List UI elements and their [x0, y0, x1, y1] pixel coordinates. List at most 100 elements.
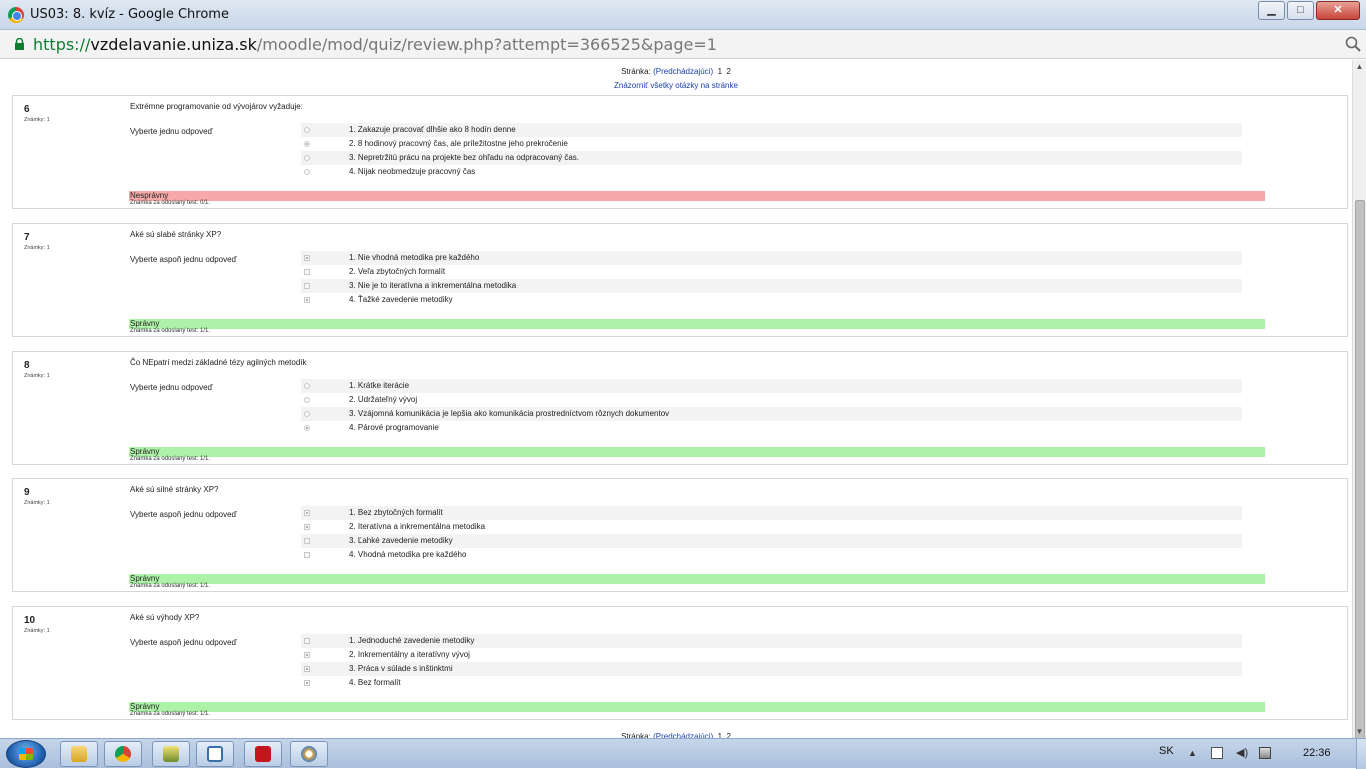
pager-page-2-link[interactable]: 2	[726, 67, 730, 76]
points-summary: Známka za odoslaný test: 1/1.	[130, 711, 211, 717]
answer-option[interactable]: 2. Iteratívna a inkrementálna metodika	[301, 520, 1242, 534]
language-indicator[interactable]: SK	[1159, 745, 1174, 757]
network-icon[interactable]	[1259, 747, 1271, 759]
answer-label: 1. Krátke iterácie	[349, 381, 410, 390]
scrollbar-thumb[interactable]	[1355, 200, 1365, 740]
answer-label: 4. Bez formalít	[349, 678, 401, 687]
question-grade: Známky: 1	[24, 500, 50, 506]
taskbar-tool-app[interactable]	[152, 741, 190, 767]
power-plug-icon[interactable]	[1211, 747, 1223, 759]
tray-expand-arrow-icon[interactable]: ▲	[1188, 747, 1200, 759]
checkbox[interactable]	[304, 552, 310, 558]
answer-option[interactable]: 3. Nie je to iteratívna a inkrementálna …	[301, 279, 1242, 293]
result-status-bar: Správny	[129, 447, 1265, 457]
checkbox[interactable]	[304, 680, 310, 686]
answer-option[interactable]: 4. Vhodná metodika pre každého	[301, 548, 1242, 562]
answer-prompt: Vyberte jednu odpoveď	[130, 383, 213, 392]
paint-icon	[301, 746, 317, 762]
url-scheme: https://	[33, 35, 91, 54]
radio-button[interactable]	[304, 397, 310, 403]
answer-option[interactable]: 2. Veľa zbytočných formalít	[301, 265, 1242, 279]
answer-label: 2. 8 hodinový pracovný čas, ale príležit…	[349, 139, 568, 148]
answer-option[interactable]: 4. Ťažké zavedenie metodiky	[301, 293, 1242, 307]
taskbar-file-explorer[interactable]	[60, 741, 98, 767]
question-text: Čo NEpatrí medzi základné tézy agilných …	[130, 358, 307, 367]
volume-icon[interactable]: ◀)	[1236, 747, 1248, 759]
checkbox[interactable]	[304, 666, 310, 672]
checkbox[interactable]	[304, 297, 310, 303]
result-status-bar: Správny	[129, 319, 1265, 329]
address-bar[interactable]: https://vzdelavanie.uniza.sk/moodle/mod/…	[0, 30, 1366, 59]
maximize-button[interactable]: □	[1287, 1, 1314, 20]
pager-page-1: 1	[717, 67, 723, 76]
answer-label: 4. Párové programovanie	[349, 423, 439, 432]
question-text: Extrémne programovanie od vývojárov vyža…	[130, 102, 303, 111]
answer-option[interactable]: 1. Bez zbytočných formalít	[301, 506, 1242, 520]
checkbox[interactable]	[304, 510, 310, 516]
answer-option[interactable]: 4. Bez formalít	[301, 676, 1242, 690]
answer-option[interactable]: 3. Práca v súlade s inštinktmi	[301, 662, 1242, 676]
answer-prompt: Vyberte aspoň jednu odpoveď	[130, 255, 237, 264]
answer-option[interactable]: 1. Krátke iterácie	[301, 379, 1242, 393]
question-card: 7 Známky: 1 Aké sú slabé stránky XP? Vybert…	[12, 223, 1348, 337]
answer-option[interactable]: 4. Párové programovanie	[301, 421, 1242, 435]
checkbox[interactable]	[304, 638, 310, 644]
scroll-down-arrow-icon[interactable]: ▼	[1353, 725, 1366, 738]
radio-button[interactable]	[304, 127, 310, 133]
radio-button[interactable]	[304, 425, 310, 431]
question-card: 8 Známky: 1 Čo NEpatrí medzi základné tézy…	[12, 351, 1348, 465]
window-controls: ▁ □ ✕	[1258, 1, 1360, 20]
answer-option[interactable]: 3. Ľahké zavedenie metodiky	[301, 534, 1242, 548]
question-card: 10 Známky: 1 Aké sú výhody XP? Vyberte aspo…	[12, 606, 1348, 720]
answer-prompt: Vyberte jednu odpoveď	[130, 127, 213, 136]
zoom-icon[interactable]	[1345, 36, 1361, 52]
radio-button[interactable]	[304, 169, 310, 175]
pager-previous-link[interactable]: (Predchádzajúci)	[653, 67, 713, 76]
answer-option[interactable]: 1. Jednoduché zavedenie metodiky	[301, 634, 1242, 648]
clock[interactable]: 22:36	[1303, 747, 1331, 759]
show-desktop-button[interactable]	[1356, 739, 1366, 769]
window-title-bar: US03: 8. kvíz - Google Chrome ▁ □ ✕	[0, 0, 1366, 30]
taskbar-window-app[interactable]	[196, 741, 234, 767]
taskbar-chrome[interactable]	[104, 741, 142, 767]
radio-button[interactable]	[304, 141, 310, 147]
pager-top: Stránka: (Predchádzajúci) 1 2	[0, 67, 1352, 76]
radio-button[interactable]	[304, 411, 310, 417]
answer-option[interactable]: 2. 8 hodinový pracovný čas, ale príležit…	[301, 137, 1242, 151]
checkbox[interactable]	[304, 524, 310, 530]
answer-prompt: Vyberte aspoň jednu odpoveď	[130, 510, 237, 519]
start-button[interactable]	[6, 740, 46, 768]
question-grade: Známky: 1	[24, 245, 50, 251]
vertical-scrollbar[interactable]: ▲ ▼	[1352, 60, 1366, 740]
close-button[interactable]: ✕	[1316, 1, 1360, 20]
answer-option[interactable]: 2. Inkrementálny a iteratívny vývoj	[301, 648, 1242, 662]
minimize-button[interactable]: ▁	[1258, 1, 1285, 20]
taskbar-paint-app[interactable]	[290, 741, 328, 767]
answer-label: 3. Nie je to iteratívna a inkrementálna …	[349, 281, 517, 290]
result-status-bar: Správny	[129, 702, 1265, 712]
checkbox[interactable]	[304, 269, 310, 275]
answer-option[interactable]: 2. Udržateľný vývoj	[301, 393, 1242, 407]
answer-option[interactable]: 1. Zakazuje pracovať dlhšie ako 8 hodín …	[301, 123, 1242, 137]
checkbox[interactable]	[304, 652, 310, 658]
checkbox[interactable]	[304, 283, 310, 289]
window-title: US03: 8. kvíz - Google Chrome	[30, 7, 229, 22]
answer-label: 4. Ťažké zavedenie metodiky	[349, 295, 453, 304]
radio-button[interactable]	[304, 383, 310, 389]
answer-option[interactable]: 3. Nepretržitú prácu na projekte bez ohľ…	[301, 151, 1242, 165]
answer-label: 2. Inkrementálny a iteratívny vývoj	[349, 650, 470, 659]
result-status-bar: Nesprávny	[129, 191, 1265, 201]
radio-button[interactable]	[304, 155, 310, 161]
taskbar-pdf-reader[interactable]	[244, 741, 282, 767]
question-text: Aké sú výhody XP?	[130, 613, 200, 622]
url-text[interactable]: https://vzdelavanie.uniza.sk/moodle/mod/…	[33, 35, 717, 54]
answer-option[interactable]: 4. Nijak neobmedzuje pracovný čas	[301, 165, 1242, 179]
scroll-up-arrow-icon[interactable]: ▲	[1353, 60, 1366, 73]
question-card: 9 Známky: 1 Aké sú silné stránky XP? Vybert…	[12, 478, 1348, 592]
checkbox[interactable]	[304, 538, 310, 544]
answer-option[interactable]: 1. Nie vhodná metodika pre každého	[301, 251, 1242, 265]
checkbox[interactable]	[304, 255, 310, 261]
question-grade: Známky: 1	[24, 628, 50, 634]
show-all-questions-link[interactable]: Znázorniť všetky otázky na stránke	[0, 81, 1352, 90]
answer-option[interactable]: 3. Vzájomná komunikácia je lepšia ako ko…	[301, 407, 1242, 421]
